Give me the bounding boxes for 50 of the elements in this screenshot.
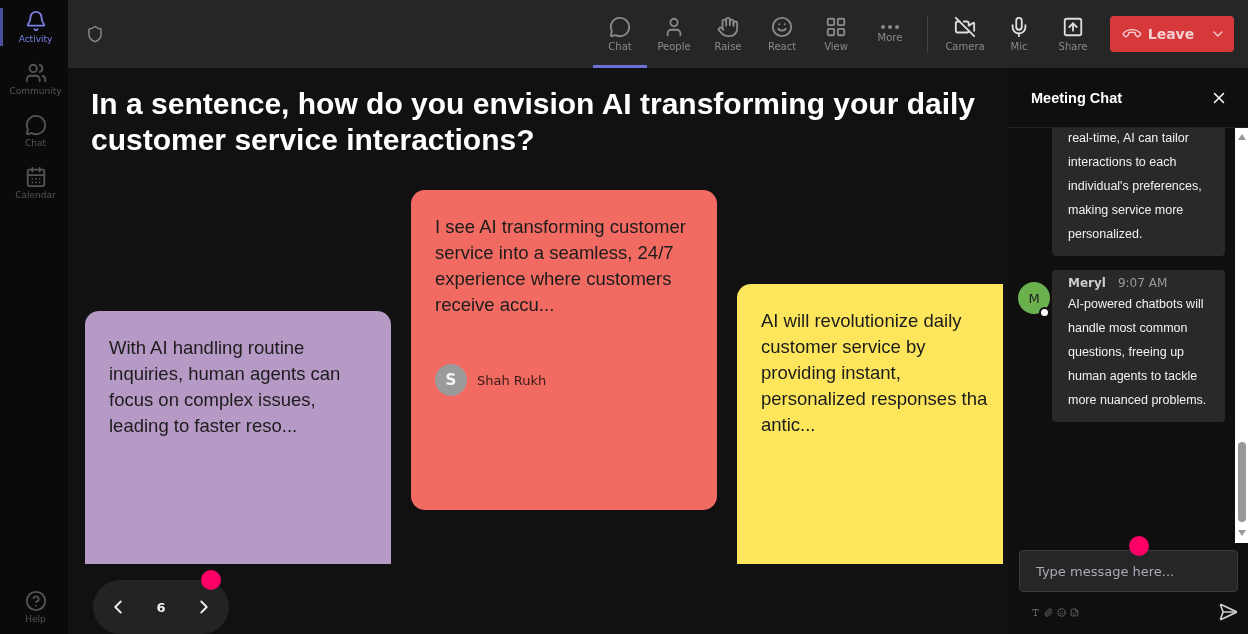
help-button[interactable]: Help [0,588,68,626]
shield-icon [86,25,104,43]
message-input[interactable]: Type message here... [1019,550,1238,592]
question-title: In a sentence, how do you envision AI transforming your daily customer service interactions? [91,86,977,158]
rail-item[interactable]: Community [0,60,68,98]
toolbar-button[interactable]: More [863,0,917,68]
more-icon [881,25,899,29]
toolbar-button[interactable]: Mic [992,0,1046,68]
page-number: 6 [156,599,166,615]
message-text: AI-powered chatbots will handle most common questions, freeing up human agents to tackle more nuanced problems. [1068,296,1208,409]
toolbar-button[interactable]: React [755,0,809,68]
sender-name: Meryl [1068,276,1106,290]
camera-off-icon [954,16,976,38]
people-icon [24,62,47,84]
avatar: M [1018,282,1050,314]
status-dot [1039,307,1050,318]
card-text: I see AI transforming customer service into a seamless, 24/7 experience where customers receive accu... [435,215,687,317]
card-text: With AI handling routine inquiries, human agents can focus on complex issues, leading to faster reso... [109,336,342,438]
chat-icon [609,16,631,38]
author-name: Shah Rukh [477,372,547,388]
chat-icon [24,114,47,136]
toolbar-button[interactable]: Camera [938,0,992,68]
pointer-dot [201,570,221,590]
rail-item[interactable]: Calendar [0,164,68,202]
scrollbar[interactable] [1235,128,1248,543]
share-icon [1062,16,1084,38]
card-text: AI will revolutionize daily customer service by providing instant, personalized responses tha antic... [761,309,989,437]
send-icon [1218,602,1238,622]
rail-item[interactable]: Chat [0,112,68,150]
smiley-icon [771,16,793,38]
toolbar-button[interactable]: Raise [701,0,755,68]
message-text: real-time, AI can tailor interactions to each individual's preferences, making service more personalized. [1068,130,1203,243]
calendar-icon [24,166,47,188]
sticker-icon[interactable] [1070,607,1079,617]
help-icon [24,590,47,612]
toolbar-button[interactable]: People [647,0,701,68]
toolbar-button[interactable]: Share [1046,0,1100,68]
toolbar-button[interactable]: View [809,0,863,68]
format-icon[interactable] [1031,607,1040,617]
avatar: S [435,364,467,396]
send-button[interactable] [1218,602,1238,622]
chat-title: Meeting Chat [1031,89,1123,106]
hand-icon [717,16,739,38]
bell-icon [24,10,47,32]
leave-button[interactable]: Leave [1110,16,1234,52]
message-time: 9:07 AM [1117,276,1168,290]
toolbar-button[interactable]: Chat [593,0,647,68]
emoji-icon[interactable] [1057,607,1066,617]
grid-icon [825,16,847,38]
paperclip-icon[interactable] [1044,607,1053,617]
